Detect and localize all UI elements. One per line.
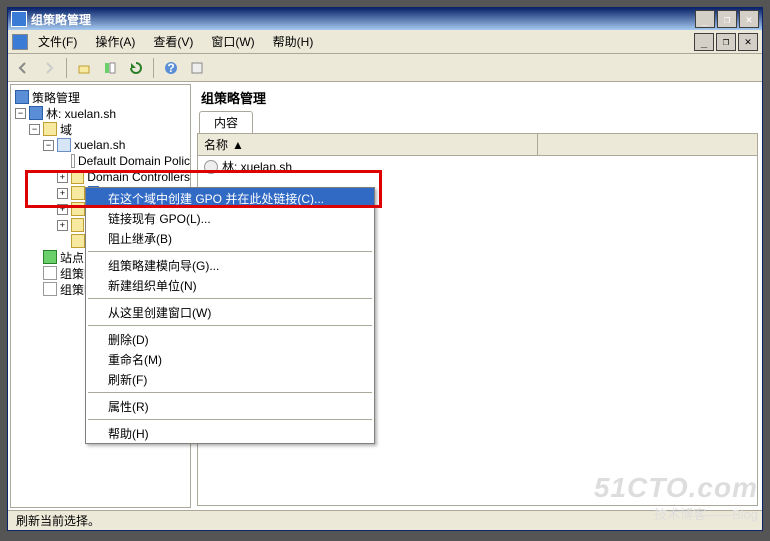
up-button[interactable] bbox=[73, 57, 95, 79]
minimize-button[interactable]: _ bbox=[695, 10, 715, 28]
cm-separator bbox=[88, 419, 372, 420]
expand-icon[interactable]: + bbox=[57, 204, 68, 215]
app-icon bbox=[11, 11, 27, 27]
cm-gp-wizard[interactable]: 组策略建模向导(G)... bbox=[86, 255, 374, 275]
collapse-icon[interactable]: − bbox=[15, 108, 26, 119]
site-icon bbox=[43, 250, 57, 264]
status-text: 刷新当前选择。 bbox=[16, 512, 100, 529]
col-name[interactable]: 名称▲ bbox=[198, 134, 538, 155]
help-button[interactable]: ? bbox=[160, 57, 182, 79]
mdi-close-button[interactable]: ✕ bbox=[738, 33, 758, 51]
window-title: 组策略管理 bbox=[31, 11, 695, 28]
folder-icon bbox=[71, 234, 85, 248]
menubar: 文件(F) 操作(A) 查看(V) 窗口(W) 帮助(H) _ ❐ ✕ bbox=[8, 30, 762, 54]
gpo-icon bbox=[15, 90, 29, 104]
back-button[interactable] bbox=[12, 57, 34, 79]
cm-properties[interactable]: 属性(R) bbox=[86, 396, 374, 416]
menu-file[interactable]: 文件(F) bbox=[30, 31, 85, 52]
forward-button[interactable] bbox=[38, 57, 60, 79]
tree-default-policy[interactable]: Default Domain Polic bbox=[11, 153, 190, 169]
details-title: 组策略管理 bbox=[195, 84, 760, 111]
policy-icon bbox=[71, 154, 75, 168]
domain-icon bbox=[57, 138, 71, 152]
titlebar: 组策略管理 _ ❐ ✕ bbox=[8, 8, 762, 30]
statusbar: 刷新当前选择。 bbox=[8, 510, 762, 530]
cm-separator bbox=[88, 298, 372, 299]
mmc-icon bbox=[12, 34, 28, 50]
collapse-icon[interactable]: − bbox=[43, 140, 54, 151]
cm-rename[interactable]: 重命名(M) bbox=[86, 349, 374, 369]
tabs: 内容 bbox=[195, 111, 760, 133]
expand-icon[interactable]: + bbox=[57, 188, 68, 199]
menu-help[interactable]: 帮助(H) bbox=[265, 31, 322, 52]
menu-action[interactable]: 操作(A) bbox=[87, 31, 143, 52]
cm-separator bbox=[88, 325, 372, 326]
tree-dc[interactable]: +Domain Controllers bbox=[11, 169, 190, 185]
expand-icon[interactable]: + bbox=[57, 172, 68, 183]
tree-domains[interactable]: −域 bbox=[11, 121, 190, 137]
tab-content[interactable]: 内容 bbox=[199, 111, 253, 133]
menu-view[interactable]: 查看(V) bbox=[145, 31, 201, 52]
svg-text:?: ? bbox=[167, 61, 174, 75]
cm-create-gpo[interactable]: 在这个域中创建 GPO 并在此处链接(C)... bbox=[86, 188, 374, 208]
context-menu: 在这个域中创建 GPO 并在此处链接(C)... 链接现有 GPO(L)... … bbox=[85, 187, 375, 444]
refresh-button[interactable] bbox=[125, 57, 147, 79]
cm-refresh[interactable]: 刷新(F) bbox=[86, 369, 374, 389]
report-icon bbox=[43, 266, 57, 280]
report-icon bbox=[43, 282, 57, 296]
save-button[interactable] bbox=[186, 57, 208, 79]
cm-block-inherit[interactable]: 阻止继承(B) bbox=[86, 228, 374, 248]
folder-icon bbox=[71, 170, 85, 184]
cm-separator bbox=[88, 392, 372, 393]
mdi-minimize-button[interactable]: _ bbox=[694, 33, 714, 51]
sort-asc-icon: ▲ bbox=[232, 138, 244, 152]
expand-icon[interactable]: + bbox=[57, 220, 68, 231]
collapse-icon[interactable]: − bbox=[29, 124, 40, 135]
folder-open-icon bbox=[43, 122, 57, 136]
tree-domain[interactable]: −xuelan.sh bbox=[11, 137, 190, 153]
cm-new-ou[interactable]: 新建组织单位(N) bbox=[86, 275, 374, 295]
list-header: 名称▲ bbox=[198, 134, 757, 156]
close-button[interactable]: ✕ bbox=[739, 10, 759, 28]
tree-root[interactable]: 策略管理 bbox=[11, 89, 190, 105]
restore-button[interactable]: ❐ bbox=[717, 10, 737, 28]
list-row[interactable]: 林: xuelan.sh bbox=[198, 156, 757, 177]
folder-icon bbox=[71, 202, 85, 216]
tree-forest[interactable]: −林: xuelan.sh bbox=[11, 105, 190, 121]
cm-separator bbox=[88, 251, 372, 252]
show-tree-button[interactable] bbox=[99, 57, 121, 79]
cm-new-window[interactable]: 从这里创建窗口(W) bbox=[86, 302, 374, 322]
toolbar: ? bbox=[8, 54, 762, 82]
cm-link-gpo[interactable]: 链接现有 GPO(L)... bbox=[86, 208, 374, 228]
cm-delete[interactable]: 删除(D) bbox=[86, 329, 374, 349]
menu-window[interactable]: 窗口(W) bbox=[203, 31, 262, 52]
cm-help[interactable]: 帮助(H) bbox=[86, 423, 374, 443]
folder-icon bbox=[71, 186, 85, 200]
forest-icon bbox=[29, 106, 43, 120]
folder-icon bbox=[71, 218, 85, 232]
mdi-restore-button[interactable]: ❐ bbox=[716, 33, 736, 51]
forest-row-icon bbox=[204, 160, 218, 174]
